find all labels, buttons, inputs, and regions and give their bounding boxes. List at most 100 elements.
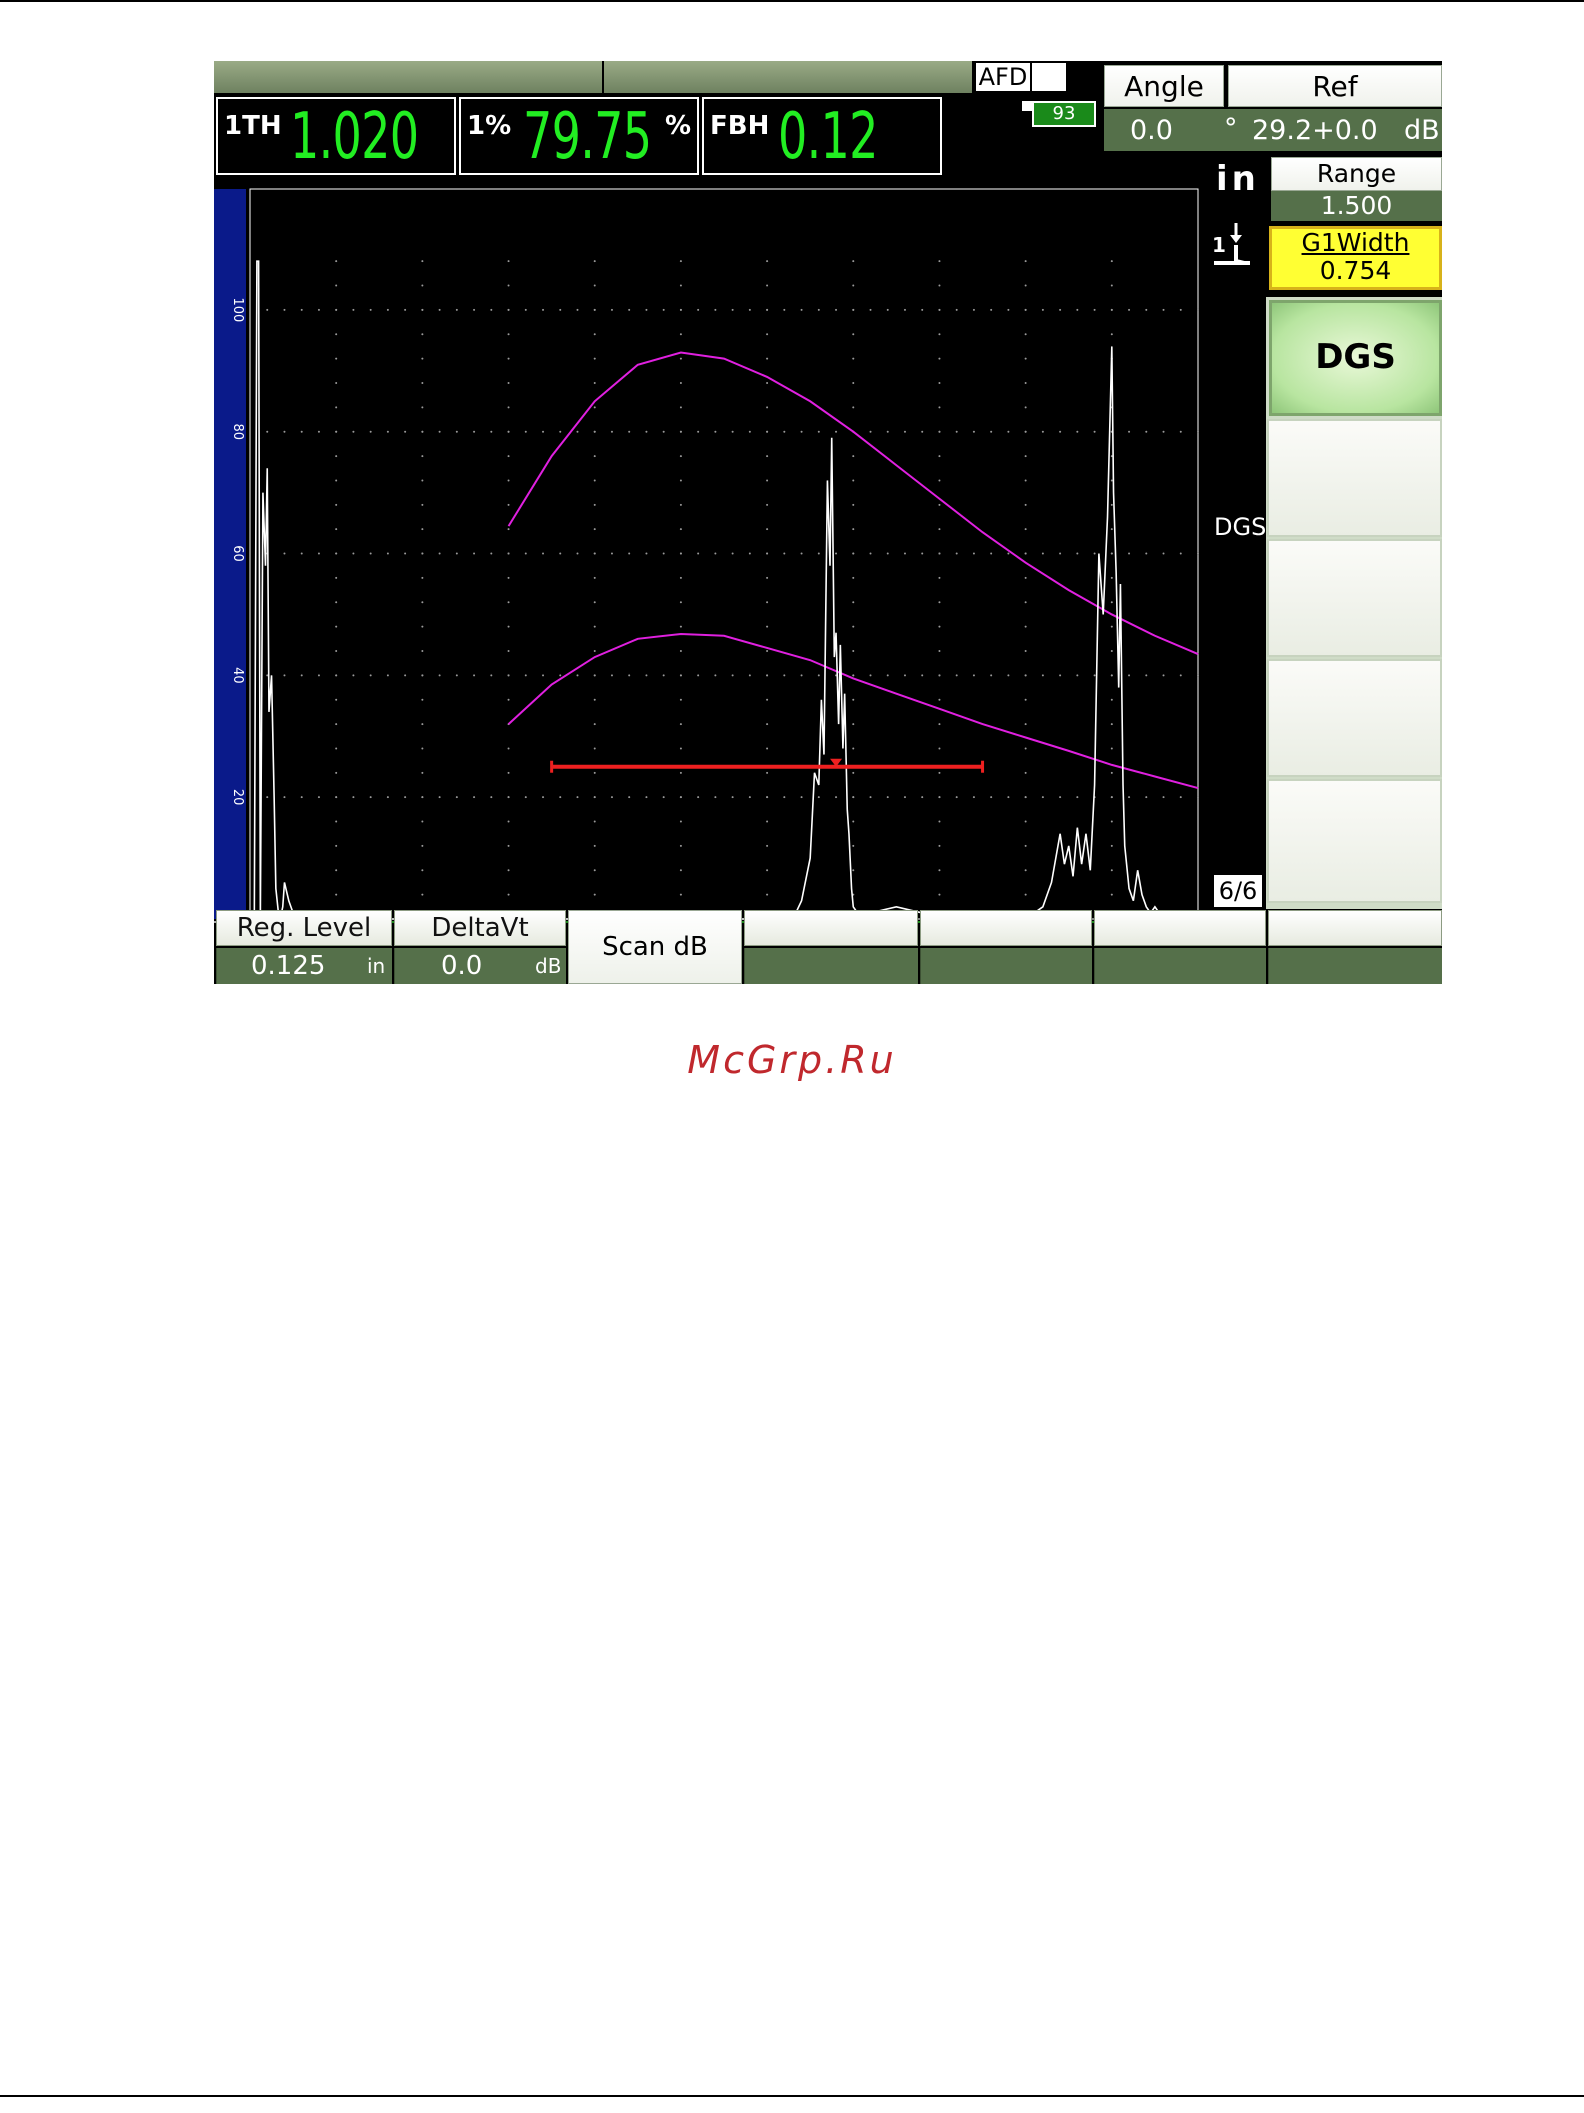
grid-dot xyxy=(903,552,906,555)
function-key-4[interactable] xyxy=(744,910,918,946)
grid-dot xyxy=(421,430,424,433)
grid-dot xyxy=(852,284,855,287)
grid-dot xyxy=(610,552,613,555)
deltavt-button[interactable]: DeltaVt xyxy=(394,910,566,946)
grid-dot xyxy=(679,430,682,433)
measurement-amplitude-value: 79.75 xyxy=(523,100,652,174)
grid-dot xyxy=(473,552,476,555)
measurement-amplitude: 1% 79.75 % xyxy=(459,97,699,175)
grid-dot xyxy=(783,430,786,433)
side-menu-key-3[interactable] xyxy=(1267,539,1442,657)
grid-dot xyxy=(748,430,751,433)
grid-dot xyxy=(766,552,769,555)
measurement-fbh-label: FBH xyxy=(710,111,770,141)
grid-dot xyxy=(593,869,596,872)
grid-dot xyxy=(628,796,631,799)
grid-dot xyxy=(955,674,958,677)
side-menu-dgs-button[interactable]: DGS xyxy=(1269,300,1442,416)
grid-dot xyxy=(335,308,338,311)
grid-dot xyxy=(1024,503,1027,506)
grid-dot xyxy=(421,260,424,263)
grid-dot xyxy=(335,820,338,823)
grid-dot xyxy=(1110,771,1113,774)
grid-dot xyxy=(593,893,596,896)
grid-dot xyxy=(972,430,975,433)
grid-dot xyxy=(1197,308,1199,311)
grid-dot xyxy=(679,479,682,482)
grid-dot xyxy=(524,796,527,799)
range-button[interactable]: Range xyxy=(1271,157,1442,191)
grid-dot xyxy=(490,674,493,677)
grid-dot xyxy=(1024,308,1027,311)
grid-dot xyxy=(524,674,527,677)
grid-dot xyxy=(335,601,338,604)
reg-level-button[interactable]: Reg. Level xyxy=(216,910,392,946)
grid-dot xyxy=(766,674,769,677)
grid-dot xyxy=(1076,430,1079,433)
grid-dot xyxy=(1093,308,1096,311)
grid-dot xyxy=(610,674,613,677)
grid-dot xyxy=(335,674,338,677)
grid-dot xyxy=(766,650,769,652)
grid-dot xyxy=(1076,552,1079,555)
function-key-7[interactable] xyxy=(1268,910,1442,946)
angle-button[interactable]: Angle xyxy=(1104,65,1224,107)
grid-dot xyxy=(300,308,303,311)
grid-dot xyxy=(731,430,734,433)
grid-dot xyxy=(593,503,596,506)
grid-dot xyxy=(800,796,803,799)
grid-dot xyxy=(1024,625,1027,628)
grid-dot xyxy=(507,576,510,579)
grid-dot xyxy=(852,308,855,311)
grid-dot xyxy=(1041,308,1044,311)
grid-dot xyxy=(1059,796,1062,799)
grid-dot xyxy=(1024,650,1027,652)
grid-dot xyxy=(783,552,786,555)
grid-dot xyxy=(317,430,320,433)
grid-dot xyxy=(1024,698,1027,701)
grid-dot xyxy=(679,844,682,847)
grid-dot xyxy=(1162,552,1165,555)
grid-dot xyxy=(852,625,855,628)
grid-dot xyxy=(852,674,855,677)
grid-dot xyxy=(542,552,545,555)
function-key-5[interactable] xyxy=(920,910,1092,946)
ref-button[interactable]: Ref xyxy=(1228,65,1442,107)
side-menu-key-4[interactable] xyxy=(1267,659,1442,777)
grid-dot xyxy=(852,650,855,652)
grid-dot xyxy=(335,869,338,872)
function-key-6[interactable] xyxy=(1094,910,1266,946)
grid-dot xyxy=(852,601,855,604)
grid-dot xyxy=(455,552,458,555)
scan-db-button[interactable]: Scan dB xyxy=(568,910,742,984)
grid-dot xyxy=(748,308,751,311)
g1width-button[interactable]: G1Width 0.754 xyxy=(1269,226,1442,290)
grid-dot xyxy=(679,528,682,531)
grid-dot xyxy=(1059,308,1062,311)
grid-dot xyxy=(524,308,527,311)
grid-dot xyxy=(886,674,889,677)
grid-dot xyxy=(1110,674,1113,677)
grid-dot xyxy=(1110,625,1113,628)
grid-dot xyxy=(972,552,975,555)
side-menu-key-5[interactable] xyxy=(1267,779,1442,903)
side-menu-key-2[interactable] xyxy=(1267,419,1442,537)
grid-dot xyxy=(1024,771,1027,774)
grid-dot xyxy=(748,796,751,799)
grid-dot xyxy=(1110,601,1113,604)
grid-dot xyxy=(1110,869,1113,872)
grid-dot xyxy=(1179,308,1182,311)
grid-dot xyxy=(645,796,648,799)
grid-dot xyxy=(1179,552,1182,555)
grid-dot xyxy=(679,333,682,336)
grid-dot xyxy=(679,576,682,579)
grid-dot xyxy=(507,844,510,847)
ref-value: 29.2+0.0 xyxy=(1252,115,1378,146)
page-indicator: 6/6 xyxy=(1214,875,1262,907)
grid-dot xyxy=(1024,455,1027,458)
grid-dot xyxy=(507,820,510,823)
grid-dot xyxy=(869,796,872,799)
grid-dot xyxy=(852,333,855,336)
grid-dot xyxy=(317,674,320,677)
grid-dot xyxy=(679,382,682,384)
